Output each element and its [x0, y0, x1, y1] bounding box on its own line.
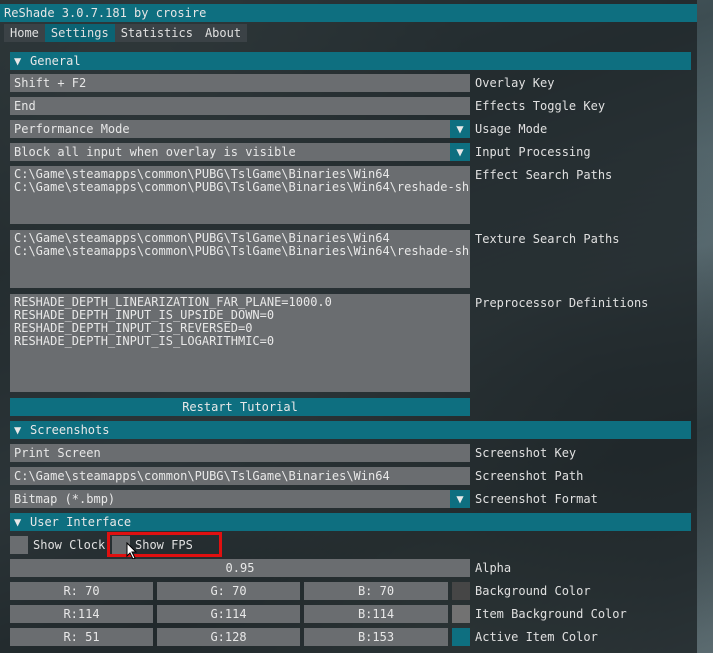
effect-path-line: C:\Game\steamapps\common\PUBG\TslGame\Bi…: [14, 180, 470, 194]
preprocessor-line: RESHADE_DEPTH_INPUT_IS_LOGARITHMIC=0: [14, 334, 275, 348]
item-background-color-label: Item Background Color: [475, 607, 627, 621]
tab-settings[interactable]: Settings: [44, 24, 115, 42]
effects-toggle-key-field[interactable]: End: [10, 97, 470, 115]
screenshot-path-field[interactable]: C:\Game\steamapps\common\PUBG\TslGame\Bi…: [10, 467, 470, 485]
background-color-r[interactable]: R: 70: [10, 582, 153, 600]
tab-bar: Home Settings Statistics About: [4, 24, 248, 42]
usage-mode-label: Usage Mode: [475, 122, 548, 136]
item-background-color-g[interactable]: G:114: [157, 605, 300, 623]
alpha-slider[interactable]: 0.95: [10, 559, 470, 577]
texture-search-paths-textarea[interactable]: C:\Game\steamapps\common\PUBG\TslGame\Bi…: [10, 230, 470, 288]
alpha-label: Alpha: [475, 561, 512, 575]
window-title[interactable]: ReShade 3.0.7.181 by crosire: [0, 4, 697, 22]
texture-path-line: C:\Game\steamapps\common\PUBG\TslGame\Bi…: [14, 244, 470, 258]
highlight-box: [107, 532, 222, 557]
input-processing-label: Input Processing: [475, 145, 591, 159]
item-background-color-b[interactable]: B:114: [304, 605, 448, 623]
active-item-color-r[interactable]: R: 51: [10, 628, 153, 646]
active-item-color-swatch[interactable]: [452, 628, 470, 646]
usage-mode-value: Performance Mode: [14, 122, 130, 136]
overlay-key-field[interactable]: Shift + F2: [10, 74, 470, 92]
background-color-b[interactable]: B: 70: [304, 582, 448, 600]
screenshot-format-value: Bitmap (*.bmp): [14, 492, 116, 506]
usage-mode-select[interactable]: Performance Mode ▼: [10, 120, 470, 138]
input-processing-select[interactable]: Block all input when overlay is visible …: [10, 143, 470, 161]
collapse-arrow-icon: ▼: [14, 54, 22, 68]
chevron-down-icon[interactable]: ▼: [450, 120, 470, 138]
chevron-down-icon[interactable]: ▼: [450, 143, 470, 161]
tab-home[interactable]: Home: [4, 24, 45, 42]
active-item-color-g[interactable]: G:128: [157, 628, 300, 646]
background-color-g[interactable]: G: 70: [157, 582, 300, 600]
mouse-cursor-icon: [126, 542, 138, 560]
active-item-color-label: Active Item Color: [475, 630, 598, 644]
effects-toggle-key-label: Effects Toggle Key: [475, 99, 606, 113]
background-color-swatch[interactable]: [452, 582, 470, 600]
screenshots-section-header[interactable]: ▼ Screenshots: [10, 421, 691, 439]
effect-search-paths-textarea[interactable]: C:\Game\steamapps\common\PUBG\TslGame\Bi…: [10, 166, 470, 224]
screenshot-key-field[interactable]: Print Screen: [10, 444, 470, 462]
collapse-arrow-icon: ▼: [14, 515, 22, 529]
preprocessor-definitions-label: Preprocessor Definitions: [475, 296, 649, 310]
overlay-key-label: Overlay Key: [475, 76, 555, 90]
texture-search-paths-label: Texture Search Paths: [475, 232, 620, 246]
screenshot-path-label: Screenshot Path: [475, 469, 584, 483]
screenshot-format-label: Screenshot Format: [475, 492, 598, 506]
item-background-color-swatch[interactable]: [452, 605, 470, 623]
screenshot-format-select[interactable]: Bitmap (*.bmp) ▼: [10, 490, 470, 508]
effect-search-paths-label: Effect Search Paths: [475, 168, 613, 182]
preprocessor-definitions-textarea[interactable]: RESHADE_DEPTH_LINEARIZATION_FAR_PLANE=10…: [10, 294, 470, 392]
background-color-label: Background Color: [475, 584, 591, 598]
user-interface-section-header[interactable]: ▼ User Interface: [10, 513, 691, 531]
show-clock-label: Show Clock: [33, 538, 106, 552]
tab-statistics[interactable]: Statistics: [114, 24, 199, 42]
active-item-color-b[interactable]: B:153: [304, 628, 448, 646]
collapse-arrow-icon: ▼: [14, 423, 22, 437]
item-background-color-r[interactable]: R:114: [10, 605, 153, 623]
show-clock-checkbox[interactable]: [10, 536, 28, 554]
general-section-header[interactable]: ▼ General: [10, 52, 691, 70]
chevron-down-icon[interactable]: ▼: [450, 490, 470, 508]
tab-about[interactable]: About: [198, 24, 248, 42]
restart-tutorial-button[interactable]: Restart Tutorial: [10, 398, 470, 416]
input-processing-value: Block all input when overlay is visible: [14, 145, 296, 159]
screenshot-key-label: Screenshot Key: [475, 446, 577, 460]
